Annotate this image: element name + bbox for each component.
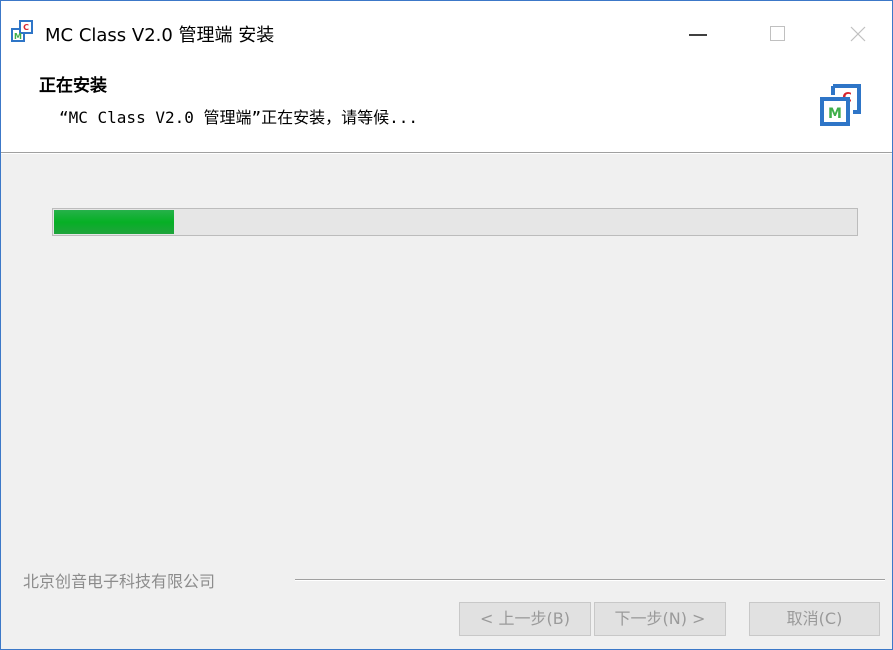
maximize-button[interactable] <box>739 1 813 59</box>
close-button[interactable] <box>818 1 892 59</box>
footer-divider-highlight <box>295 580 885 581</box>
installer-window: C M MC Class V2.0 管理端 安装 正在安装 “MC Class … <box>0 0 893 650</box>
minimize-icon <box>689 34 707 36</box>
app-icon: C M <box>11 20 33 42</box>
title-bar[interactable]: C M MC Class V2.0 管理端 安装 <box>1 1 892 59</box>
next-button[interactable]: 下一步(N) > <box>594 602 726 636</box>
cancel-button[interactable]: 取消(C) <box>749 602 880 636</box>
header-divider-highlight <box>1 153 892 154</box>
close-icon <box>850 26 866 42</box>
mc-logo-icon: C M <box>819 83 863 127</box>
window-title: MC Class V2.0 管理端 安装 <box>45 25 275 46</box>
svg-text:C: C <box>23 23 29 32</box>
installer-header: 正在安装 “MC Class V2.0 管理端”正在安装，请等候... C M <box>1 59 892 153</box>
page-subtitle: “MC Class V2.0 管理端”正在安装，请等候... <box>59 108 419 127</box>
page-title: 正在安装 <box>39 76 107 96</box>
back-button[interactable]: < 上一步(B) <box>459 602 591 636</box>
progress-fill <box>54 210 174 234</box>
logo-letter-m: M <box>828 106 842 122</box>
install-progress-bar <box>52 208 858 236</box>
maximize-icon <box>770 26 785 41</box>
svg-text:M: M <box>14 32 22 41</box>
minimize-button[interactable] <box>657 1 731 59</box>
company-brand: 北京创音电子科技有限公司 <box>23 572 216 591</box>
